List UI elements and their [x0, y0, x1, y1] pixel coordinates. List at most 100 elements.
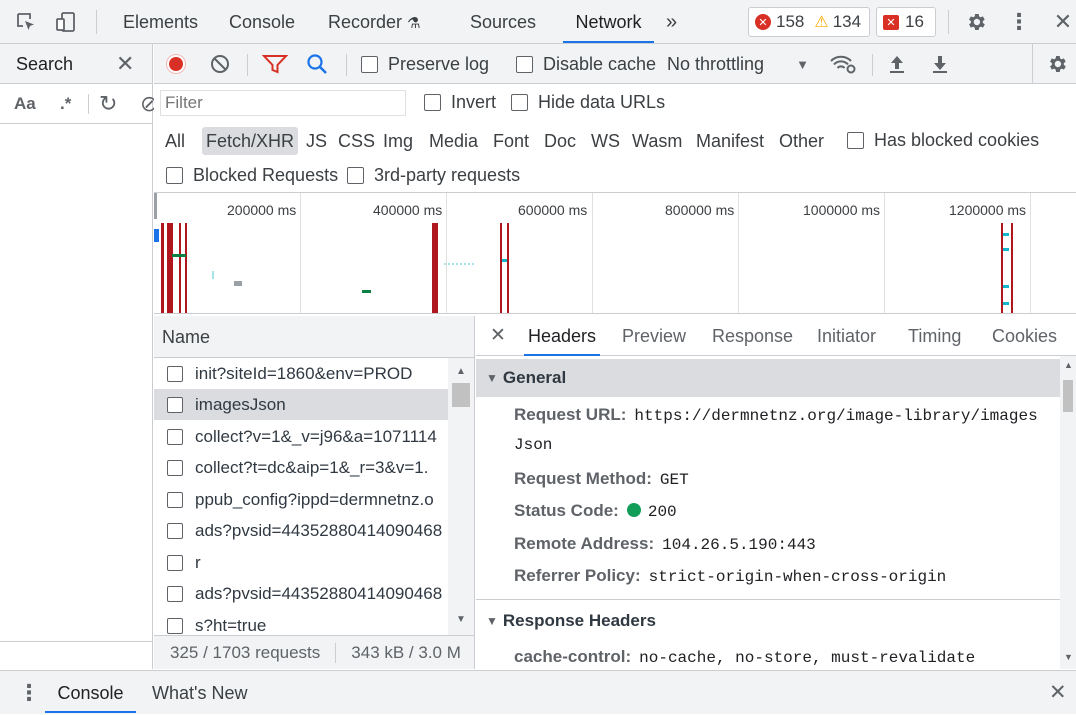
request-row[interactable]: r: [154, 547, 449, 578]
tab-network[interactable]: Network: [563, 0, 654, 43]
scrollbar-thumb[interactable]: [1063, 380, 1073, 412]
devtools-tab-bar: Elements Console Recorder ⚗ Sources Netw…: [0, 0, 1076, 44]
response-headers-section-header[interactable]: ▼ Response Headers: [476, 602, 1060, 640]
filter-type-wasm[interactable]: Wasm: [628, 127, 686, 155]
row-checkbox[interactable]: [167, 365, 183, 382]
general-section-header[interactable]: ▼ General: [476, 359, 1060, 397]
regex-button[interactable]: .*: [60, 84, 71, 124]
clear-log-button[interactable]: [209, 44, 231, 84]
tab-console[interactable]: Console: [225, 0, 299, 43]
collapse-triangle-icon: ▼: [486, 371, 498, 385]
network-settings-gear-icon[interactable]: [1046, 44, 1068, 84]
scroll-up-icon[interactable]: ▲: [456, 366, 466, 377]
filter-input[interactable]: [160, 90, 406, 116]
filter-type-all[interactable]: All: [161, 127, 189, 155]
row-checkbox[interactable]: [167, 428, 183, 445]
blocked-requests-checkbox[interactable]: Blocked Requests: [166, 165, 338, 186]
filter-type-css[interactable]: CSS: [334, 127, 379, 155]
hide-data-urls-checkbox[interactable]: Hide data URLs: [511, 92, 665, 113]
preserve-log-box: [361, 55, 378, 73]
device-toolbar-icon[interactable]: [52, 8, 80, 36]
tab-initiator[interactable]: Initiator: [813, 316, 880, 356]
filter-type-fetch-xhr[interactable]: Fetch/XHR: [202, 127, 299, 155]
filter-type-media[interactable]: Media: [425, 127, 482, 155]
filter-bar: Invert Hide data URLs All Fetch/XHR JS C…: [154, 84, 1076, 193]
close-drawer-icon[interactable]: ✕: [1049, 671, 1067, 715]
warning-count: 134: [832, 12, 862, 31]
row-checkbox[interactable]: [167, 459, 183, 476]
blocked-requests-box: [166, 167, 183, 184]
disable-cache-checkbox[interactable]: Disable cache: [516, 44, 656, 84]
tab-response[interactable]: Response: [708, 316, 797, 356]
filter-type-other[interactable]: Other: [775, 127, 828, 155]
name-column-header[interactable]: Name: [154, 316, 474, 358]
request-name: imagesJson: [195, 394, 286, 414]
tab-sources[interactable]: Sources: [466, 0, 540, 43]
console-counts-badge[interactable]: ✕ 158 ⚠ 134: [748, 7, 870, 37]
drawer-tab-console[interactable]: Console: [45, 671, 136, 713]
preserve-log-checkbox[interactable]: Preserve log: [361, 44, 489, 84]
issues-badge[interactable]: ✕ 16: [876, 7, 936, 37]
issue-count: 16: [905, 12, 924, 31]
request-row[interactable]: ads?pvsid=44352880414090468: [154, 515, 449, 546]
network-overview-timeline[interactable]: 200000 ms 400000 ms 600000 ms 800000 ms …: [154, 193, 1076, 314]
scroll-up-icon[interactable]: ▲: [1064, 360, 1073, 370]
flask-icon: ⚗: [407, 15, 421, 32]
third-party-checkbox[interactable]: 3rd-party requests: [347, 165, 520, 186]
close-details-icon[interactable]: ✕: [490, 316, 506, 356]
more-tabs-icon[interactable]: »: [662, 0, 681, 43]
filter-type-ws[interactable]: WS: [587, 127, 624, 155]
tab-elements[interactable]: Elements: [119, 0, 202, 43]
inspect-element-icon[interactable]: [12, 8, 40, 36]
request-row[interactable]: collect?t=dc&aip=1&_r=3&v=1.: [154, 452, 449, 483]
tab-preview[interactable]: Preview: [618, 316, 690, 356]
filter-type-doc[interactable]: Doc: [540, 127, 580, 155]
row-checkbox[interactable]: [167, 396, 183, 413]
request-row[interactable]: ppub_config?ippd=dermnetnz.o: [154, 484, 449, 515]
issue-icon: ✕: [883, 14, 899, 30]
request-row[interactable]: collect?v=1&_v=j96&a=1071114: [154, 421, 449, 452]
match-case-button[interactable]: Aa: [14, 84, 36, 124]
row-checkbox[interactable]: [167, 554, 183, 571]
request-row-selected[interactable]: imagesJson: [154, 389, 449, 420]
error-count: 158: [776, 12, 805, 31]
row-checkbox[interactable]: [167, 491, 183, 508]
filter-type-img[interactable]: Img: [379, 127, 417, 155]
filter-toggle-button[interactable]: [262, 44, 288, 84]
filter-type-js[interactable]: JS: [302, 127, 331, 155]
scrollbar-thumb[interactable]: [452, 383, 470, 407]
request-list-scrollbar[interactable]: ▲ ▼: [448, 358, 474, 635]
row-checkbox[interactable]: [167, 585, 183, 602]
invert-checkbox[interactable]: Invert: [424, 92, 496, 113]
import-har-button[interactable]: [886, 44, 908, 84]
tab-cookies[interactable]: Cookies: [988, 316, 1061, 356]
drawer-tab-whats-new[interactable]: What's New: [148, 671, 251, 713]
close-search-icon[interactable]: ✕: [116, 44, 134, 84]
search-options-row: Aa .* ↻ ⊘: [0, 84, 158, 124]
request-row[interactable]: ads?pvsid=44352880414090468: [154, 578, 449, 609]
request-method-key: Request Method:: [514, 469, 652, 488]
filter-type-font[interactable]: Font: [489, 127, 533, 155]
throttling-select[interactable]: No throttling ▼: [667, 44, 809, 84]
scroll-down-icon[interactable]: ▼: [456, 614, 466, 625]
filter-type-manifest[interactable]: Manifest: [692, 127, 768, 155]
tab-recorder[interactable]: Recorder ⚗: [324, 0, 425, 43]
request-row[interactable]: init?siteId=1860&env=PROD: [154, 358, 449, 389]
details-scrollbar[interactable]: ▲ ▼: [1060, 356, 1076, 669]
settings-gear-icon[interactable]: [962, 8, 990, 36]
row-checkbox[interactable]: [167, 617, 183, 634]
scroll-down-icon[interactable]: ▼: [1064, 652, 1073, 662]
third-party-box: [347, 167, 364, 184]
row-checkbox[interactable]: [167, 522, 183, 539]
export-har-button[interactable]: [929, 44, 951, 84]
close-devtools-icon[interactable]: ✕: [1049, 8, 1076, 36]
network-conditions-button[interactable]: [829, 44, 857, 84]
refresh-icon[interactable]: ↻: [99, 84, 117, 124]
more-options-icon[interactable]: ⋮: [1005, 8, 1033, 36]
tab-timing[interactable]: Timing: [904, 316, 965, 356]
search-button[interactable]: [306, 44, 328, 84]
tab-headers[interactable]: Headers: [524, 316, 601, 356]
record-button[interactable]: [166, 44, 186, 84]
has-blocked-cookies-checkbox[interactable]: Has blocked cookies: [847, 130, 1039, 151]
drawer-menu-icon[interactable]: ⋮: [18, 671, 40, 715]
